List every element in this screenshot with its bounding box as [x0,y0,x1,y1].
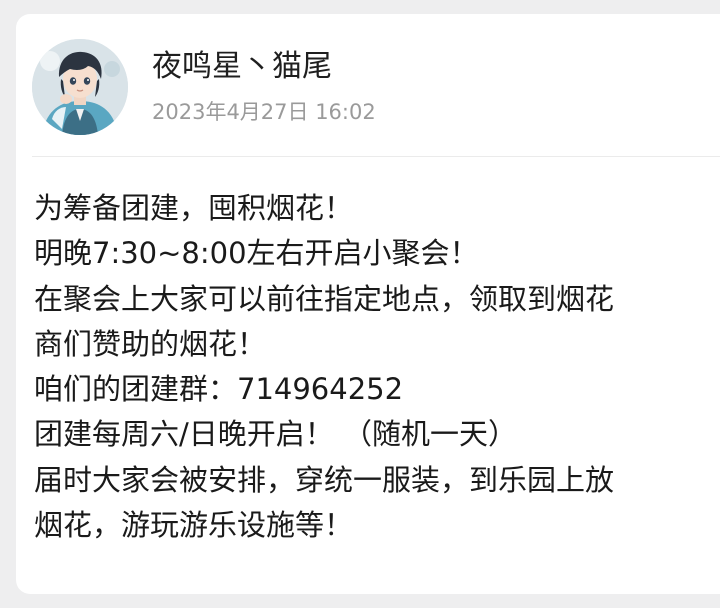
post-text-line: 咱们的团建群：714964252 [34,372,404,407]
author-name[interactable]: 夜鸣星丶猫尾 [152,48,332,86]
post-card: 夜鸣星丶猫尾 2023年4月27日 16:02 为筹备团建，囤积烟花！ 明晚7:… [16,14,720,594]
post-text-line: 在聚会上大家可以前往指定地点，领取到烟花 [34,281,615,316]
post-text-line: 届时大家会被安排，穿统一服装，到乐园上放 [34,462,615,497]
post-timestamp: 2023年4月27日 16:02 [152,100,376,124]
post-text-line: 商们赞助的烟花！ [34,326,267,361]
post-text-line: 团建每周六/日晚开启！ （随机一天） [34,417,517,452]
post-content: 为筹备团建，囤积烟花！ 明晚7:30~8:00左右开启小聚会！ 在聚会上大家可以… [34,186,704,548]
author-avatar[interactable] [32,39,128,135]
post-text-line: 烟花，游玩游乐设施等！ [34,508,354,543]
header-divider [32,156,720,157]
anime-boy-avatar-icon [32,39,128,135]
post-header: 夜鸣星丶猫尾 2023年4月27日 16:02 [16,14,720,156]
post-text-line: 明晚7:30~8:00左右开启小聚会！ [34,236,479,271]
post-text-line: 为筹备团建，囤积烟花！ [34,191,354,225]
